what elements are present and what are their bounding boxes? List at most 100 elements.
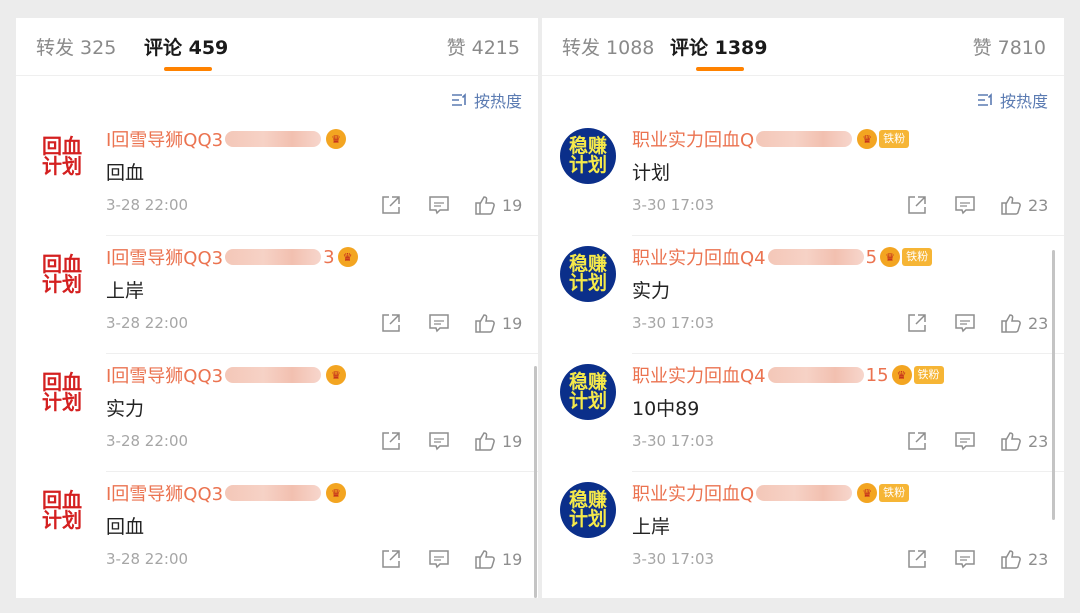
comment-timestamp: 3-30 17:03 [632,196,715,214]
avatar[interactable]: 稳赚 计划 [560,482,616,538]
reply-button[interactable] [428,312,450,334]
like-count: 19 [502,549,523,569]
like-count: 19 [502,195,523,215]
comment-timestamp: 3-30 17:03 [632,314,715,332]
username-link[interactable]: I回雪导狮QQ3 ♛ [106,126,347,152]
like-count: 23 [1028,549,1049,569]
crown-icon: ♛ [337,247,358,267]
crown-icon: ♛ [326,365,347,385]
crown-icon: ♛ [891,365,912,385]
reply-icon [429,432,449,451]
share-button[interactable] [906,548,928,570]
share-button[interactable] [906,312,928,334]
redacted-blur [225,485,322,501]
tab-bar: 转发 1088 评论 1389 赞 7810 [542,18,1064,76]
redacted-blur [225,131,322,147]
share-icon [908,314,926,332]
crown-icon: ♛ [880,247,901,267]
avatar[interactable]: 回血 计划 [34,482,90,538]
comments-panel-left: 转发 325 评论 459 赞 4215 按热度 回血 计划 I回雪导狮QQ3 ♛ … [16,18,538,598]
redacted-blur [767,367,864,383]
tab-repost[interactable]: 转发 1088 [562,33,654,60]
username-link[interactable]: 职业实力回血Q4 15 ♛ 铁粉 [632,362,944,388]
comment-text: 上岸 [632,516,671,538]
like-button[interactable]: 23 [1000,430,1048,452]
avatar[interactable]: 回血 计划 [34,246,90,302]
tab-likes[interactable]: 赞 7810 [973,33,1046,60]
sort-by-hot-button[interactable]: 按热度 [451,88,522,112]
reply-icon [429,196,449,215]
redacted-blur [225,367,322,383]
like-button[interactable]: 19 [474,430,522,452]
like-button[interactable]: 23 [1000,548,1048,570]
reply-button[interactable] [954,312,976,334]
fan-badge: 铁粉 [902,248,933,266]
like-count: 19 [502,431,523,451]
scrollbar[interactable] [534,366,537,598]
thumbs-up-icon [475,432,495,451]
share-button[interactable] [380,548,402,570]
username-link[interactable]: 职业实力回血Q4 5 ♛ 铁粉 [632,244,933,270]
share-button[interactable] [906,430,928,452]
share-icon [382,314,400,332]
reply-button[interactable] [428,430,450,452]
reply-icon [955,196,975,215]
tab-likes[interactable]: 赞 4215 [447,33,520,60]
fan-badge: 铁粉 [879,130,910,148]
reply-button[interactable] [954,548,976,570]
like-button[interactable]: 19 [474,194,522,216]
thumbs-up-icon [1001,196,1021,215]
tab-comments[interactable]: 评论 459 [144,33,228,60]
share-icon [908,432,926,450]
redacted-blur [767,249,864,265]
username-link[interactable]: I回雪导狮QQ3 ♛ [106,480,347,506]
like-button[interactable]: 23 [1000,312,1048,334]
username-link[interactable]: I回雪导狮QQ3 ♛ [106,362,347,388]
avatar[interactable]: 回血 计划 [34,128,90,184]
reply-icon [429,550,449,569]
scrollbar[interactable] [1052,250,1055,520]
avatar[interactable]: 稳赚 计划 [560,246,616,302]
comment-text: 回血 [106,162,145,184]
reply-button[interactable] [428,194,450,216]
active-tab-indicator [164,67,212,71]
reply-button[interactable] [428,548,450,570]
like-count: 23 [1028,195,1049,215]
comment-item: 回血 计划 I回雪导狮QQ3 ♛ 回血 3-28 22:00 19 [16,472,538,590]
redacted-blur [756,131,853,147]
share-button[interactable] [906,194,928,216]
tab-repost[interactable]: 转发 325 [36,33,116,60]
avatar[interactable]: 回血 计划 [34,364,90,420]
tab-comments[interactable]: 评论 1389 [670,33,768,60]
comment-item: 稳赚 计划 职业实力回血Q ♛ 铁粉 上岸 3-30 17:03 23 [542,472,1064,590]
share-button[interactable] [380,194,402,216]
comment-text: 实力 [106,398,145,420]
comment-text: 回血 [106,516,145,538]
sort-label: 按热度 [473,92,522,111]
like-count: 23 [1028,431,1049,451]
like-button[interactable]: 23 [1000,194,1048,216]
comment-text: 10中89 [632,398,700,420]
like-count: 19 [502,313,523,333]
reply-button[interactable] [954,194,976,216]
share-icon [382,196,400,214]
comment-text: 计划 [632,162,671,184]
share-button[interactable] [380,430,402,452]
username-link[interactable]: 职业实力回血Q ♛ 铁粉 [632,480,910,506]
comment-timestamp: 3-30 17:03 [632,550,715,568]
comment-item: 稳赚 计划 职业实力回血Q4 15 ♛ 铁粉 10中89 3-30 17:03 23 [542,354,1064,472]
username-link[interactable]: I回雪导狮QQ3 3 ♛ [106,244,358,270]
share-button[interactable] [380,312,402,334]
username-link[interactable]: 职业实力回血Q ♛ 铁粉 [632,126,910,152]
thumbs-up-icon [1001,432,1021,451]
like-button[interactable]: 19 [474,548,522,570]
share-icon [382,550,400,568]
share-icon [908,550,926,568]
avatar[interactable]: 稳赚 计划 [560,364,616,420]
sort-by-hot-button[interactable]: 按热度 [977,88,1048,112]
reply-button[interactable] [954,430,976,452]
crown-icon: ♛ [857,129,878,149]
comment-item: 回血 计划 I回雪导狮QQ3 ♛ 回血 3-28 22:00 19 [16,118,538,236]
avatar[interactable]: 稳赚 计划 [560,128,616,184]
like-button[interactable]: 19 [474,312,522,334]
